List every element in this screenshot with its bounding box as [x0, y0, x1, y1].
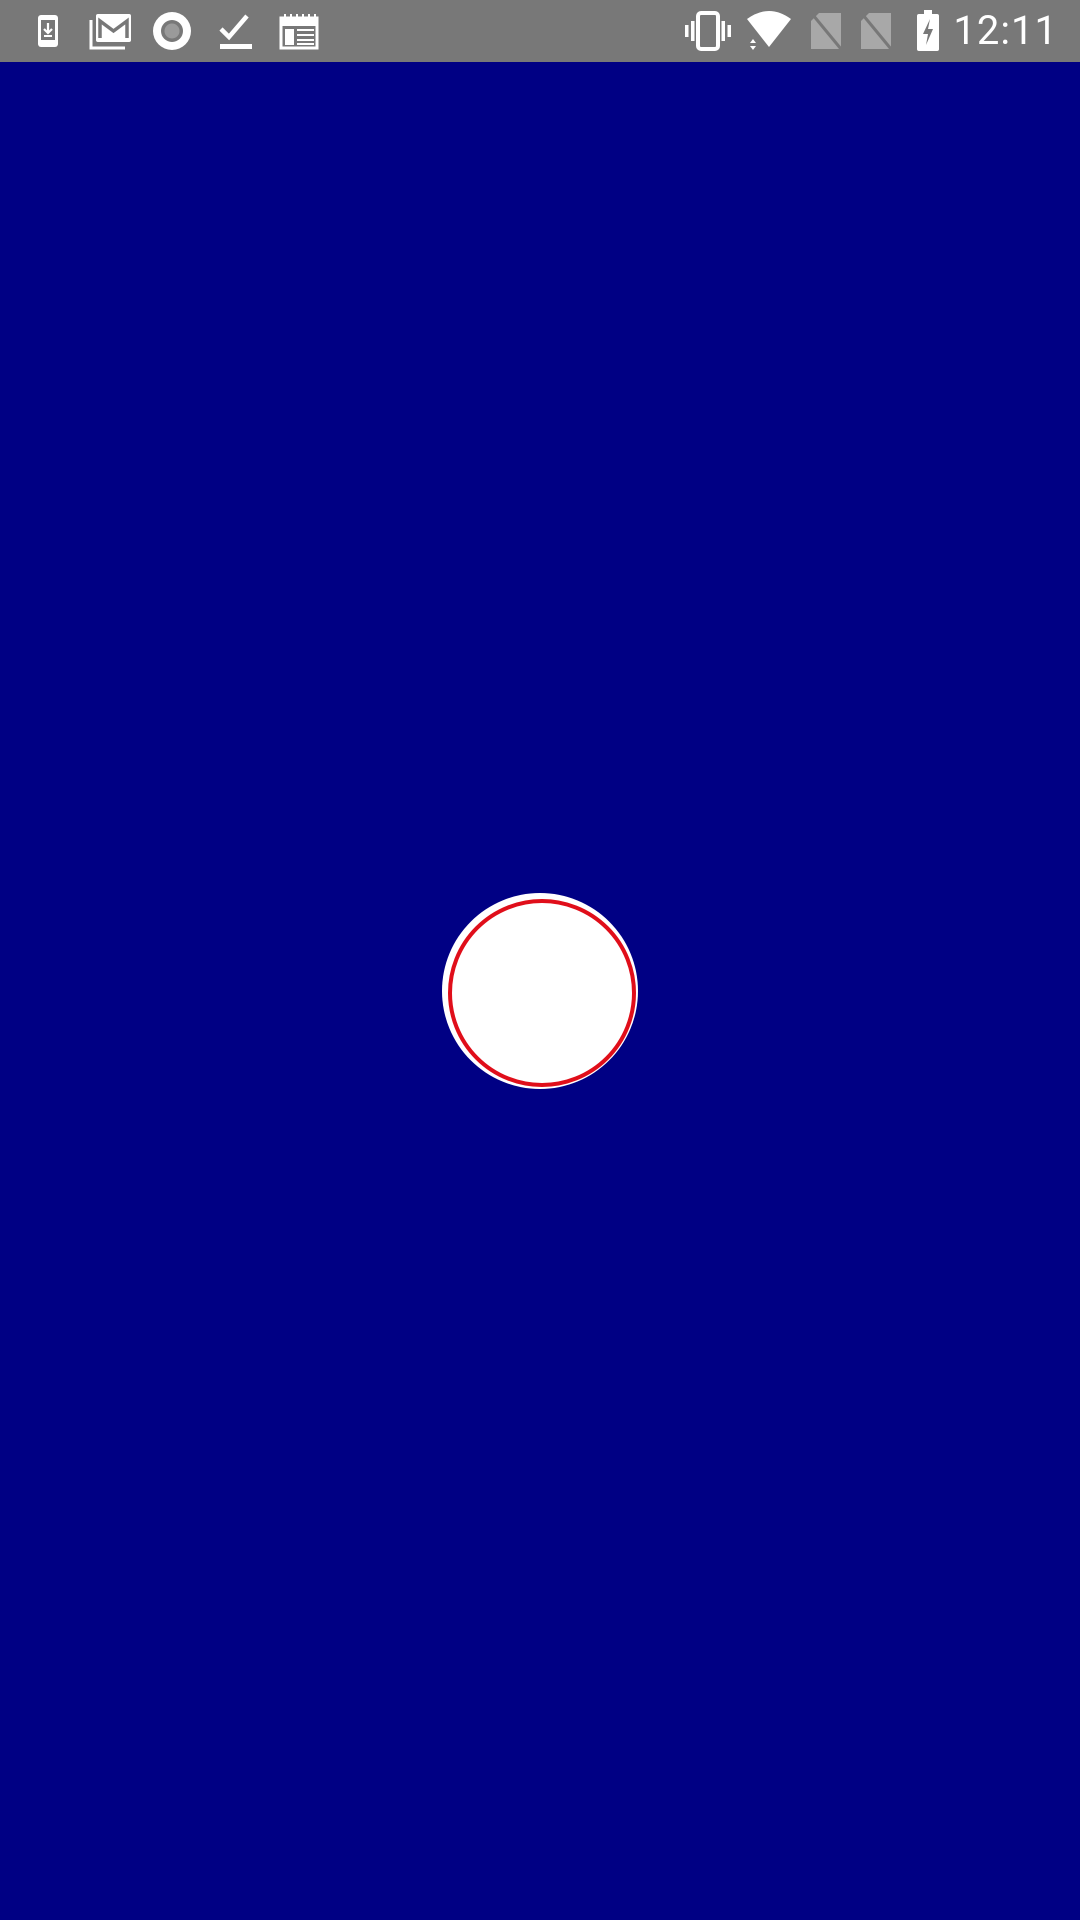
main-canvas	[0, 62, 1080, 1920]
red-ring	[448, 899, 636, 1087]
checkmark-icon	[216, 0, 256, 62]
vibrate-icon	[684, 0, 732, 62]
gmail-icon	[86, 0, 134, 62]
clock: 12:11	[953, 7, 1058, 54]
center-circle-button[interactable]	[442, 893, 638, 1089]
sim-no-signal-icon	[858, 0, 894, 62]
battery-charging-icon	[914, 0, 942, 62]
calendar-icon	[278, 0, 320, 62]
status-bar: 12:11	[0, 0, 1080, 62]
download-icon	[30, 0, 66, 62]
wifi-icon	[744, 0, 794, 62]
sim-no-signal-icon	[808, 0, 844, 62]
record-icon	[152, 0, 192, 62]
